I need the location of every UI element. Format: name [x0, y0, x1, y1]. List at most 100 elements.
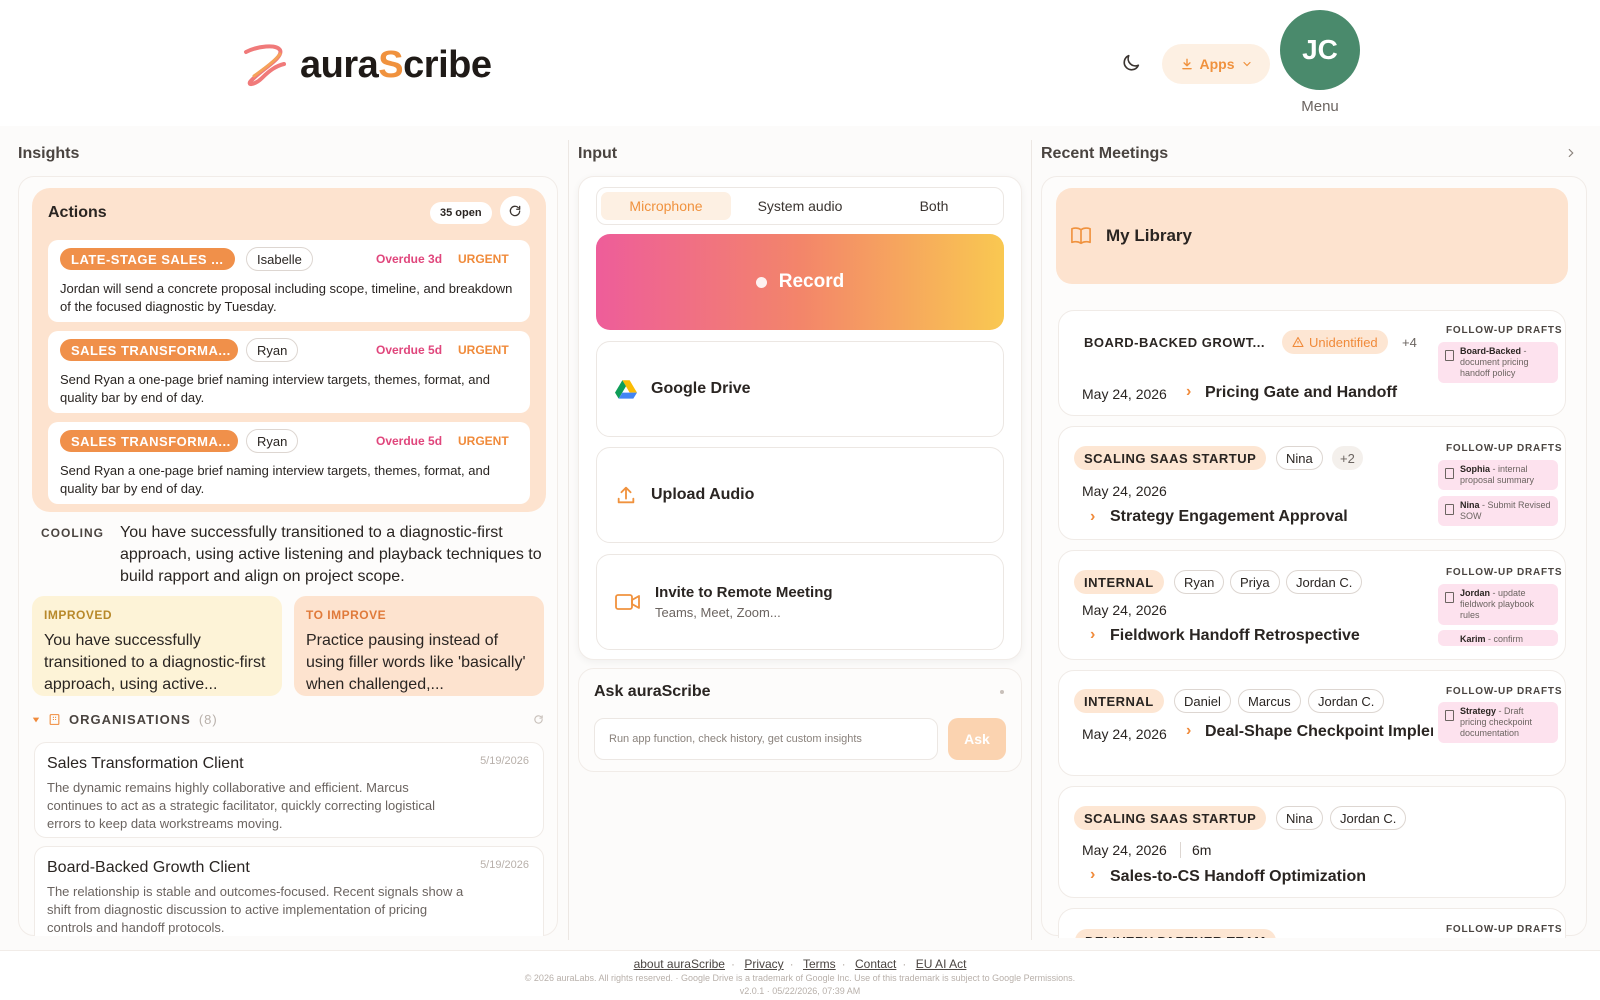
action-card[interactable]: SALES TRANSFORMA... Ryan Overdue 5d URGE…	[48, 331, 530, 413]
footer: about auraScribe · Privacy · Terms · Contac…	[0, 950, 1600, 1000]
refresh-button[interactable]	[500, 196, 530, 226]
menu-label[interactable]: Menu	[1280, 98, 1360, 115]
logo-mark-icon	[244, 44, 286, 87]
footer-link-terms[interactable]: Terms	[803, 957, 836, 971]
followup-draft[interactable]: Jordan - update fieldwork playbook rules	[1438, 584, 1558, 625]
upload-audio-button[interactable]: Upload Audio	[596, 447, 1004, 543]
chevron-right-icon[interactable]	[1564, 146, 1578, 160]
followup-draft[interactable]: Strategy - Draft pricing checkpoint docu…	[1438, 702, 1558, 743]
footer-link-about[interactable]: about auraScribe	[634, 957, 725, 971]
org-summary: The relationship is stable and outcomes-…	[47, 884, 464, 935]
followup-drafts-label: FOLLOW-UP DRAFTS	[1446, 924, 1563, 935]
ask-button[interactable]: Ask	[948, 718, 1006, 760]
open-count-badge: 35 open	[430, 202, 492, 224]
improved-text: You have successfully transitioned to a …	[44, 632, 266, 693]
person-chip: Jordan C.	[1308, 689, 1385, 713]
footer-version: v2.0.1 · 05/22/2026, 07:39 AM	[739, 986, 861, 996]
organisations-header[interactable]: ORGANISATIONS (8)	[32, 712, 218, 727]
org-name: Sales Transformation Client	[47, 755, 244, 772]
action-card[interactable]: LATE-STAGE SALES ... Isabelle Overdue 3d…	[48, 240, 530, 322]
followup-drafts-label: FOLLOW-UP DRAFTS	[1446, 686, 1563, 697]
footer-copyright: © 2026 auraLabs. All rights reserved. · …	[524, 973, 1076, 983]
refresh-icon[interactable]	[533, 714, 544, 725]
avatar[interactable]: JC	[1280, 10, 1360, 90]
meeting-title: Sales-to-CS Handoff Optimization	[1110, 868, 1366, 885]
action-text: Send Ryan a one-page brief naming interv…	[60, 463, 490, 496]
audio-source-tabs: Microphone System audio Both	[596, 187, 1004, 225]
action-card[interactable]: SALES TRANSFORMA... Ryan Overdue 5d URGE…	[48, 422, 530, 504]
apps-button[interactable]: Apps	[1162, 44, 1270, 84]
chevron-right-icon: ›	[1090, 508, 1096, 525]
meeting-date: May 24, 2026	[1082, 726, 1167, 742]
to-improve-box[interactable]: TO IMPROVE Practice pausing instead of u…	[294, 596, 544, 696]
logo-text: auraScribe	[300, 43, 492, 86]
org-tag: INTERNAL	[1074, 689, 1164, 713]
overdue-label: Overdue 3d	[376, 252, 443, 266]
chevron-down-icon	[1242, 61, 1251, 67]
google-drive-label: Google Drive	[651, 380, 751, 397]
org-card[interactable]: Sales Transformation Client 5/19/2026 Th…	[34, 742, 544, 838]
google-drive-icon	[615, 380, 637, 399]
document-icon	[1445, 350, 1454, 361]
person-chip: Marcus	[1238, 689, 1301, 713]
my-library-label: My Library	[1106, 226, 1192, 245]
chevron-right-icon: ›	[1186, 383, 1192, 400]
my-library-button[interactable]: My Library	[1056, 188, 1568, 284]
meeting-date: May 24, 2026	[1082, 483, 1167, 499]
invite-title: Invite to Remote Meeting	[655, 584, 833, 601]
dark-mode-toggle[interactable]	[1120, 52, 1146, 78]
actions-section: Actions 35 open LATE-STAGE SALES ... Isa…	[32, 188, 546, 512]
org-name: Board-Backed Growth Client	[47, 859, 250, 876]
chevron-right-icon: ›	[1090, 866, 1096, 883]
document-icon	[1445, 710, 1454, 721]
followup-draft[interactable]: Nina - Submit Revised SOW	[1438, 496, 1558, 526]
followup-draft[interactable]: Sophia - internal proposal summary	[1438, 460, 1558, 490]
improved-box[interactable]: IMPROVED You have successfully transitio…	[32, 596, 282, 696]
more-participants: +4	[1402, 334, 1417, 350]
google-drive-button[interactable]: Google Drive	[596, 341, 1004, 437]
org-date: 5/19/2026	[480, 755, 529, 767]
ask-title: Ask auraScribe	[594, 683, 711, 700]
ask-input[interactable]: Run app function, check history, get cus…	[594, 718, 938, 760]
warning-icon	[1292, 336, 1304, 348]
mail-icon	[1445, 504, 1454, 515]
record-button[interactable]: Record	[596, 234, 1004, 330]
divider	[568, 140, 569, 940]
org-card[interactable]: Board-Backed Growth Client 5/19/2026 The…	[34, 846, 544, 936]
tab-system-audio[interactable]: System audio	[735, 192, 865, 220]
org-tag: SCALING SAAS STARTUP	[1074, 806, 1267, 830]
org-date: 5/19/2026	[480, 859, 529, 871]
meeting-duration: 6m	[1192, 842, 1212, 858]
org-tag: DELIVERY PARTNER TEAM	[1075, 929, 1276, 938]
org-summary: The dynamic remains highly collaborative…	[47, 780, 436, 831]
followup-draft[interactable]: Board-Backed - document pricing handoff …	[1438, 342, 1558, 383]
person-chip: Ryan	[1174, 570, 1225, 594]
meeting-title: Pricing Gate and Handoff	[1205, 384, 1398, 401]
tab-both[interactable]: Both	[869, 192, 999, 220]
urgent-label: URGENT	[458, 252, 509, 266]
urgent-label: URGENT	[458, 434, 509, 448]
org-tag: SCALING SAAS STARTUP	[1074, 446, 1267, 470]
footer-links: about auraScribe · Privacy · Terms · Contac…	[633, 957, 967, 971]
meeting-title-clip: Deal-Shape Checkpoint Implem	[1205, 722, 1433, 746]
invite-meeting-button[interactable]: Invite to Remote Meeting Teams, Meet, Zo…	[596, 554, 1004, 650]
meeting-title: Strategy Engagement Approval	[1110, 508, 1348, 525]
app-header: auraScribe Apps JC Menu	[0, 0, 1600, 126]
person-chip: Nina	[1276, 446, 1323, 470]
building-icon	[49, 714, 60, 725]
person-chip: Jordan C.	[1286, 570, 1363, 594]
followup-drafts-label: FOLLOW-UP DRAFTS	[1446, 325, 1563, 336]
logo[interactable]: auraScribe	[240, 40, 492, 90]
divider	[1031, 140, 1032, 940]
footer-link-contact[interactable]: Contact	[855, 957, 896, 971]
tab-microphone[interactable]: Microphone	[601, 192, 731, 220]
followup-draft[interactable]: Karim - confirm	[1438, 630, 1558, 646]
person-chip: Ryan	[246, 429, 299, 453]
footer-link-privacy[interactable]: Privacy	[744, 957, 783, 971]
book-open-icon	[1071, 227, 1091, 245]
refresh-icon	[509, 205, 521, 217]
more-participants: +2	[1332, 446, 1363, 470]
overdue-label: Overdue 5d	[376, 434, 443, 448]
upload-audio-label: Upload Audio	[651, 486, 755, 503]
footer-link-eu-ai-act[interactable]: EU AI Act	[916, 957, 967, 971]
